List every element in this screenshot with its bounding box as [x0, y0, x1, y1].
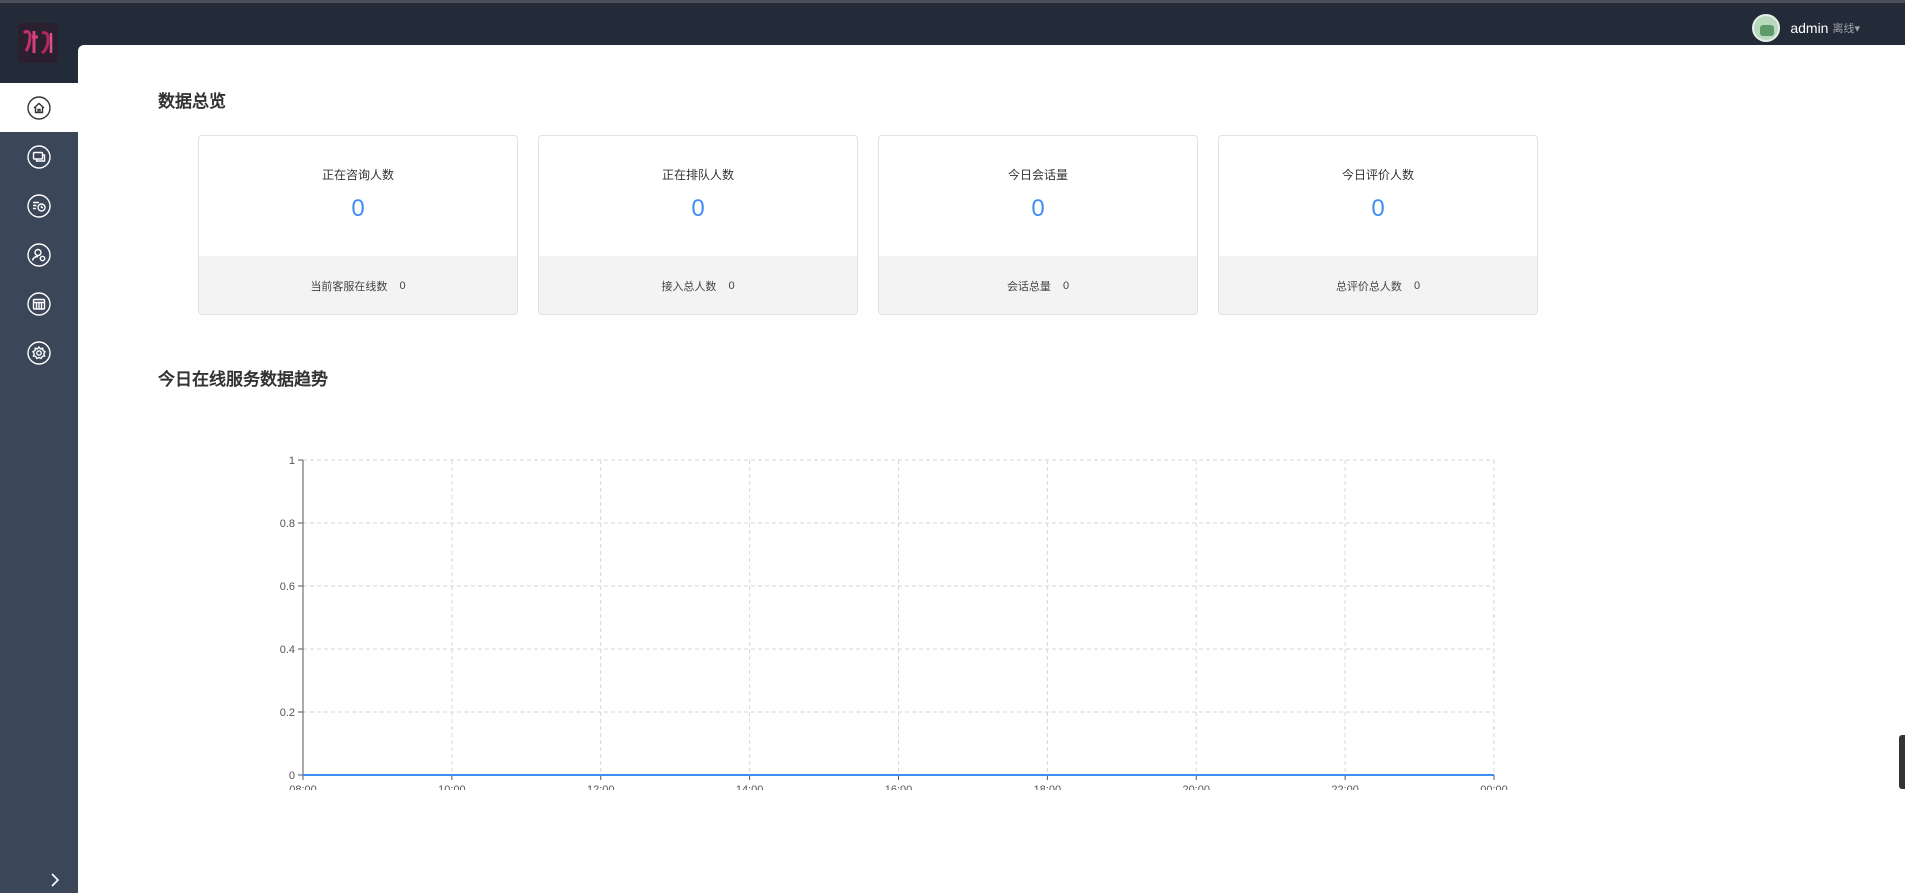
stat-value: 0: [1031, 195, 1045, 222]
chevron-right-icon[interactable]: [48, 873, 62, 887]
scrollbar-handle[interactable]: [1899, 735, 1905, 789]
x-tick-label: 10:00: [438, 784, 466, 790]
x-tick-label: 00:00: [1480, 784, 1508, 790]
y-tick-label: 1: [289, 455, 295, 467]
stat-sub-label: 总评价总人数: [1335, 281, 1402, 293]
x-tick-label: 22:00: [1331, 784, 1359, 790]
calendar-icon: [27, 291, 51, 316]
stat-card-sessions: 今日会话量 0 会话总量 0: [878, 135, 1198, 315]
main-content: 数据总览 正在咨询人数 0 当前客服在线数 0 正在排队人数 0 接入总人数 0: [78, 45, 1905, 893]
stat-card-ratings: 今日评价人数 0 总评价总人数 0: [1218, 135, 1538, 315]
brand-logo[interactable]: [18, 23, 58, 63]
x-tick-label: 12:00: [587, 784, 615, 790]
chevron-down-icon[interactable]: ▾: [1854, 23, 1860, 35]
sidebar-item-settings[interactable]: [0, 328, 78, 377]
x-tick-label: 14:00: [736, 784, 764, 790]
user-menu[interactable]: admin 离线▾: [1752, 13, 1860, 43]
top-bar: admin 离线▾: [0, 0, 1905, 63]
stat-value: 0: [691, 195, 705, 222]
sidebar-item-calendar[interactable]: [0, 279, 78, 328]
y-tick-label: 0.6: [280, 581, 295, 593]
y-tick-label: 0.4: [280, 644, 295, 656]
sidebar-item-home[interactable]: [0, 83, 78, 132]
sidebar: [0, 83, 78, 893]
user-name[interactable]: admin: [1790, 20, 1828, 36]
stat-sub-value: 0: [1413, 280, 1421, 292]
user-settings-icon: [27, 242, 51, 267]
overview-title: 数据总览: [158, 92, 226, 111]
stat-value: 0: [351, 195, 365, 222]
sidebar-item-users[interactable]: [0, 230, 78, 279]
stat-label: 今日评价人数: [1341, 168, 1414, 182]
y-tick-label: 0.8: [280, 518, 295, 530]
stat-sub-label: 接入总人数: [661, 281, 717, 293]
stat-label: 今日会话量: [1007, 168, 1068, 182]
stat-value: 0: [1371, 195, 1385, 222]
avatar[interactable]: [1752, 14, 1781, 42]
chat-icon: [27, 144, 51, 169]
stat-card-queue: 正在排队人数 0 接入总人数 0: [538, 135, 858, 315]
x-tick-label: 16:00: [885, 784, 913, 790]
x-tick-label: 18:00: [1034, 784, 1062, 790]
stat-sub-value: 0: [399, 280, 406, 292]
stat-label: 正在排队人数: [661, 168, 734, 182]
stat-sub-value: 0: [728, 280, 735, 292]
stat-card-consulting: 正在咨询人数 0 当前客服在线数 0: [198, 135, 518, 315]
trend-title: 今日在线服务数据趋势: [158, 370, 328, 389]
stat-sub-label: 当前客服在线数: [310, 281, 388, 293]
user-status[interactable]: 离线▾: [1832, 20, 1860, 36]
trend-chart-svg: 0 0.2 0.4 0.6 0.8 1 08:00 10:00 12:00 14:00 16:00 1…: [280, 455, 1508, 840]
x-tick-label: 20:00: [1182, 784, 1210, 790]
x-tick-label: 08:00: [289, 784, 317, 790]
gear-icon: [27, 340, 51, 365]
trend-chart: 0 0.2 0.4 0.6 0.8 1 08:00 10:00 12:00 14:00 16:00 1…: [178, 390, 1518, 840]
stat-sub-label: 会话总量: [1006, 281, 1051, 293]
stat-label: 正在咨询人数: [321, 168, 394, 182]
history-icon: [27, 193, 51, 218]
stat-sub-value: 0: [1062, 280, 1070, 292]
y-tick-label: 0: [289, 770, 295, 782]
sidebar-item-history[interactable]: [0, 181, 78, 230]
sidebar-item-chat[interactable]: [0, 132, 78, 181]
y-tick-label: 0.2: [280, 707, 295, 719]
home-icon: [27, 95, 51, 120]
stats-cards: 正在咨询人数 0 当前客服在线数 0 正在排队人数 0 接入总人数 0 今日会话…: [198, 135, 1538, 315]
